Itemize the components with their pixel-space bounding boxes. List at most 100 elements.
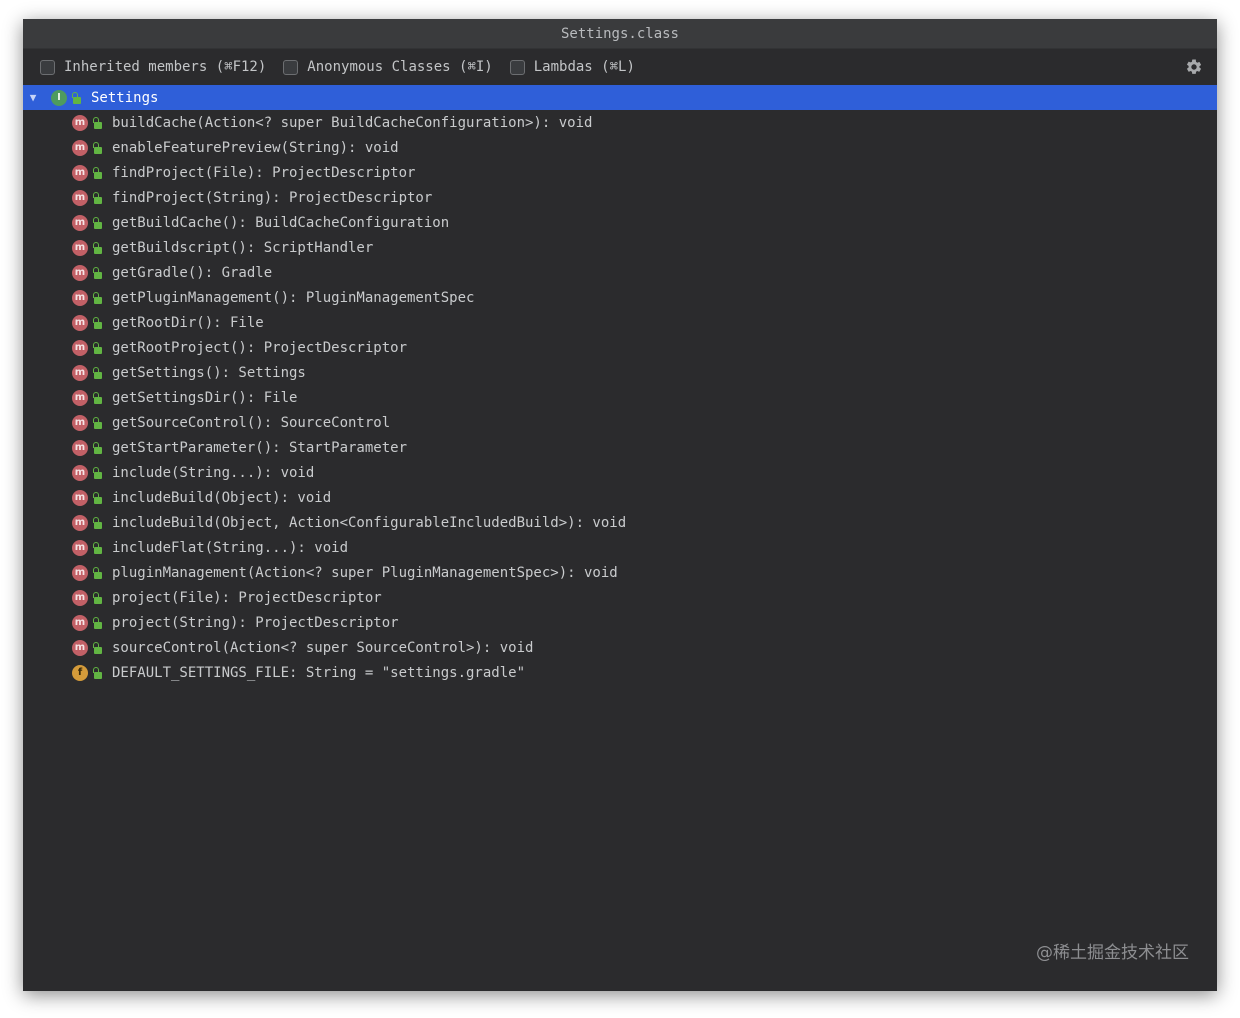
anonymous-classes-checkbox[interactable]	[283, 59, 299, 75]
popup-title: Settings.class	[23, 19, 1217, 49]
method-icon: m	[72, 114, 88, 131]
public-lock-icon	[92, 241, 102, 254]
method-icon: m	[72, 339, 88, 356]
inherited-members-checkbox[interactable]	[40, 59, 55, 75]
method-icon: m	[72, 264, 88, 281]
structure-toolbar: Inherited members (⌘F12) Anonymous Class…	[23, 49, 1217, 85]
gear-icon[interactable]	[1185, 58, 1203, 76]
tree-member-row[interactable]: m getSourceControl(): SourceControl	[23, 410, 1217, 435]
tree-member-row[interactable]: m includeBuild(Object, Action<Configurabl…	[23, 510, 1217, 535]
public-lock-icon	[92, 316, 102, 329]
tree-member-row[interactable]: m includeFlat(String...): void	[23, 535, 1217, 560]
public-lock-icon	[92, 266, 102, 279]
structure-popup: Settings.class Inherited members (⌘F12) …	[23, 19, 1217, 991]
tree-member-row[interactable]: f DEFAULT_SETTINGS_FILE: String = "settin…	[23, 660, 1217, 685]
tree-member-row[interactable]: m project(String): ProjectDescriptor	[23, 610, 1217, 635]
method-icon: m	[72, 539, 88, 556]
member-list: m buildCache(Action<? super BuildCacheCon…	[23, 110, 1217, 685]
method-icon: m	[72, 214, 88, 231]
public-lock-icon	[92, 341, 102, 354]
member-signature: getSettingsDir(): File	[112, 389, 298, 406]
method-icon: m	[72, 514, 88, 531]
tree-member-row[interactable]: m includeBuild(Object): void	[23, 485, 1217, 510]
tree-member-row[interactable]: m buildCache(Action<? super BuildCacheCon…	[23, 110, 1217, 135]
member-signature: include(String...): void	[112, 464, 315, 481]
method-icon: m	[72, 439, 88, 456]
public-lock-icon	[92, 566, 102, 579]
tree-root-settings[interactable]: ▼ I Settings	[23, 85, 1217, 110]
method-icon: m	[72, 414, 88, 431]
member-signature: includeBuild(Object): void	[112, 489, 332, 506]
member-signature: pluginManagement(Action<? super PluginMa…	[112, 564, 618, 581]
public-lock-icon	[92, 666, 102, 679]
member-signature: getRootProject(): ProjectDescriptor	[112, 339, 408, 356]
method-icon: m	[72, 189, 88, 206]
tree-member-row[interactable]: m getGradle(): Gradle	[23, 260, 1217, 285]
anonymous-classes-label: Anonymous Classes (⌘I)	[307, 59, 493, 75]
method-icon: m	[72, 239, 88, 256]
field-icon: f	[72, 664, 88, 681]
method-icon: m	[72, 614, 88, 631]
member-signature: getGradle(): Gradle	[112, 264, 273, 281]
public-lock-icon	[92, 591, 102, 604]
member-signature: sourceControl(Action<? super SourceContr…	[112, 639, 534, 656]
tree-member-row[interactable]: m findProject(String): ProjectDescriptor	[23, 185, 1217, 210]
tree-member-row[interactable]: m getSettings(): Settings	[23, 360, 1217, 385]
public-lock-icon	[92, 291, 102, 304]
public-lock-icon	[92, 541, 102, 554]
interface-icon: I	[51, 89, 67, 106]
method-icon: m	[72, 639, 88, 656]
tree-member-row[interactable]: m sourceControl(Action<? super SourceCont…	[23, 635, 1217, 660]
tree-member-row[interactable]: m include(String...): void	[23, 460, 1217, 485]
tree-member-row[interactable]: m getBuildscript(): ScriptHandler	[23, 235, 1217, 260]
tree-member-row[interactable]: m getBuildCache(): BuildCacheConfiguratio…	[23, 210, 1217, 235]
watermark: @稀土掘金技术社区	[1036, 943, 1189, 963]
member-signature: getStartParameter(): StartParameter	[112, 439, 408, 456]
public-lock-icon	[92, 116, 102, 129]
tree-member-row[interactable]: m findProject(File): ProjectDescriptor	[23, 160, 1217, 185]
method-icon: m	[72, 364, 88, 381]
tree-member-row[interactable]: m enableFeaturePreview(String): void	[23, 135, 1217, 160]
member-signature: findProject(String): ProjectDescriptor	[112, 189, 433, 206]
member-signature: getBuildscript(): ScriptHandler	[112, 239, 374, 256]
tree-member-row[interactable]: m getPluginManagement(): PluginManagement…	[23, 285, 1217, 310]
public-lock-icon	[92, 491, 102, 504]
method-icon: m	[72, 314, 88, 331]
public-lock-icon	[92, 516, 102, 529]
expand-triangle-icon[interactable]: ▼	[27, 91, 39, 104]
method-icon: m	[72, 389, 88, 406]
member-signature: project(File): ProjectDescriptor	[112, 589, 382, 606]
member-signature: includeFlat(String...): void	[112, 539, 349, 556]
tree-member-row[interactable]: m getRootProject(): ProjectDescriptor	[23, 335, 1217, 360]
public-lock-icon	[92, 366, 102, 379]
tree-member-row[interactable]: m pluginManagement(Action<? super PluginM…	[23, 560, 1217, 585]
method-icon: m	[72, 589, 88, 606]
method-icon: m	[72, 464, 88, 481]
tree-member-row[interactable]: m getSettingsDir(): File	[23, 385, 1217, 410]
member-signature: project(String): ProjectDescriptor	[112, 614, 399, 631]
member-signature: getSettings(): Settings	[112, 364, 306, 381]
anonymous-classes-option[interactable]: Anonymous Classes (⌘I)	[283, 59, 493, 75]
member-signature: findProject(File): ProjectDescriptor	[112, 164, 416, 181]
member-signature: getRootDir(): File	[112, 314, 264, 331]
public-lock-icon	[92, 616, 102, 629]
tree-member-row[interactable]: m getRootDir(): File	[23, 310, 1217, 335]
public-lock-icon	[92, 141, 102, 154]
tree-member-row[interactable]: m project(File): ProjectDescriptor	[23, 585, 1217, 610]
member-signature: DEFAULT_SETTINGS_FILE: String = "setting…	[112, 664, 526, 681]
lambdas-label: Lambdas (⌘L)	[533, 59, 635, 75]
public-lock-icon	[92, 166, 102, 179]
public-lock-icon	[92, 191, 102, 204]
member-signature: buildCache(Action<? super BuildCacheConf…	[112, 114, 593, 131]
public-lock-icon	[92, 391, 102, 404]
method-icon: m	[72, 289, 88, 306]
lambdas-checkbox[interactable]	[509, 59, 525, 75]
inherited-members-option[interactable]: Inherited members (⌘F12)	[40, 59, 266, 75]
lambdas-option[interactable]: Lambdas (⌘L)	[509, 59, 635, 75]
public-lock-icon	[92, 441, 102, 454]
public-lock-icon	[92, 216, 102, 229]
tree-member-row[interactable]: m getStartParameter(): StartParameter	[23, 435, 1217, 460]
structure-tree: ▼ I Settings m buildCache(Action<? super …	[23, 85, 1217, 685]
method-icon: m	[72, 139, 88, 156]
member-signature: enableFeaturePreview(String): void	[112, 139, 399, 156]
